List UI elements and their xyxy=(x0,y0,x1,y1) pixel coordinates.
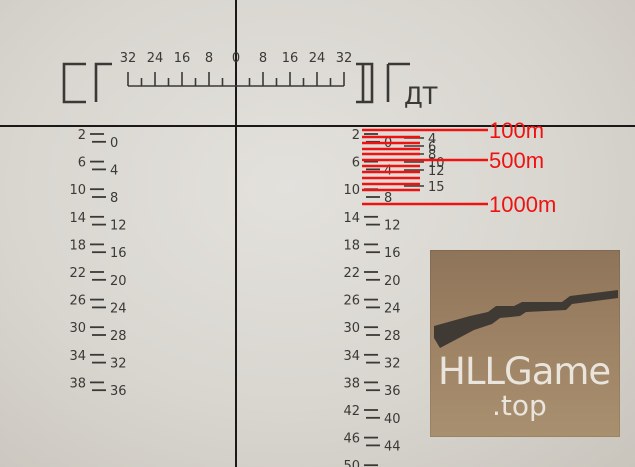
watermark-tld: .top xyxy=(492,389,547,422)
range-number: 34 xyxy=(343,349,360,364)
range-number: 14 xyxy=(343,211,360,226)
watermark-brand: HLLGame xyxy=(438,350,611,393)
range-offset-number: 4 xyxy=(110,163,118,178)
deflection-label-center: 0 xyxy=(232,51,240,66)
horizontal-scale-labels: 32 24 16 8 0 8 16 24 32 xyxy=(120,51,353,66)
range-offset-number: 36 xyxy=(384,384,401,399)
range-number: 34 xyxy=(69,349,86,364)
range-number: 18 xyxy=(69,238,86,253)
deflection-label: 8 xyxy=(259,51,267,66)
range-offset-number: 24 xyxy=(110,301,127,316)
secondary-range-scale: 468101215 xyxy=(404,132,445,195)
left-bracket-mark xyxy=(62,62,112,104)
range-number: 18 xyxy=(343,238,360,253)
range-offset-number: 16 xyxy=(384,246,401,261)
range-number: 42 xyxy=(343,404,360,419)
deflection-label: 16 xyxy=(282,51,299,66)
range-offset-number: 12 xyxy=(384,219,401,234)
range-number: 38 xyxy=(343,376,360,391)
secondary-range-number: 12 xyxy=(428,164,445,179)
range-offset-number: 8 xyxy=(110,191,118,206)
range-number: 14 xyxy=(69,211,86,226)
deflection-label: 24 xyxy=(309,51,326,66)
range-offset-number: 32 xyxy=(110,357,127,372)
range-number: 22 xyxy=(343,266,360,281)
range-offset-number: 20 xyxy=(384,274,401,289)
range-number: 26 xyxy=(343,294,360,309)
deflection-label: 16 xyxy=(174,51,191,66)
deflection-label: 8 xyxy=(205,51,213,66)
deflection-label: 32 xyxy=(120,51,137,66)
range-offset-number: 40 xyxy=(384,412,401,427)
game-screen: 32 24 16 8 0 8 16 24 32 ДТ 2 6 10 14 18 22 26 30 34 38 0 4 8… xyxy=(0,0,635,467)
range-offset-number: 12 xyxy=(110,219,127,234)
range-number: 6 xyxy=(78,156,86,171)
right-bracket-sub-label: ДТ xyxy=(404,82,438,110)
watermark-logo: HLLGame .top xyxy=(430,250,620,437)
range-number: 30 xyxy=(343,321,360,336)
range-number: 38 xyxy=(69,376,86,391)
range-number: 30 xyxy=(69,321,86,336)
deflection-label: 32 xyxy=(336,51,353,66)
left-range-column: 26101418222630343804812162024283236 xyxy=(69,128,126,399)
range-number: 26 xyxy=(69,294,86,309)
rifle-icon xyxy=(434,290,618,348)
range-offset-number: 28 xyxy=(384,329,401,344)
range-offset-number: 32 xyxy=(384,357,401,372)
range-number: 10 xyxy=(343,183,360,198)
right-bracket-mark xyxy=(356,62,410,104)
range-number: 50 xyxy=(343,459,360,467)
range-offset-number: 0 xyxy=(110,136,118,151)
range-offset-number: 24 xyxy=(384,301,401,316)
range-number: 46 xyxy=(343,432,360,447)
range-number: 2 xyxy=(78,128,86,143)
annotation-label-500m: 500m xyxy=(489,148,544,173)
range-offset-number: 16 xyxy=(110,246,127,261)
annotation-label-100m: 100m xyxy=(489,118,544,143)
range-number: 22 xyxy=(69,266,86,281)
range-offset-number: 44 xyxy=(384,439,401,454)
annotation-label-1000m: 1000m xyxy=(489,192,556,217)
range-offset-number: 28 xyxy=(110,329,127,344)
range-offset-number: 20 xyxy=(110,274,127,289)
range-number: 6 xyxy=(352,156,360,171)
range-number: 10 xyxy=(69,183,86,198)
range-offset-number: 36 xyxy=(110,384,127,399)
range-number: 2 xyxy=(352,128,360,143)
range-annotations xyxy=(362,128,488,206)
deflection-label: 24 xyxy=(147,51,164,66)
secondary-range-number: 15 xyxy=(428,180,445,195)
